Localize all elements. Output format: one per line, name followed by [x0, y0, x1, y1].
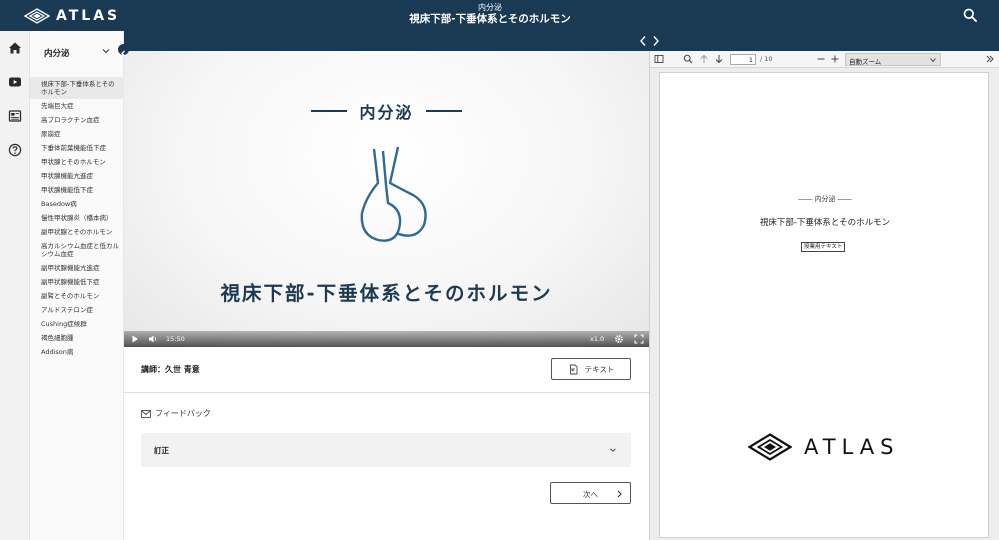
collapse-left-icon[interactable] — [637, 34, 649, 48]
caret-down-icon — [930, 58, 936, 62]
sidebar-item-thyroid-hormones[interactable]: 甲状腺とそのホルモン — [30, 155, 124, 169]
correction-accordion[interactable]: 訂正 — [141, 433, 631, 467]
sidebar-item-acromegaly[interactable]: 先端巨大症 — [30, 99, 124, 113]
atlas-logo[interactable]: ATLAS — [24, 6, 120, 26]
pdf-section-heading: ―― 内分泌 ―― — [798, 195, 852, 203]
pdf-toolbar: / 10 自動ズーム — [650, 51, 999, 68]
slide-section-text: 内分泌 — [359, 103, 414, 122]
section-divider — [124, 392, 649, 393]
document-icon[interactable] — [8, 109, 22, 123]
sidebar-item-adrenal-hormones[interactable]: 副腎とそのホルモン — [30, 289, 124, 303]
sidebar-item-hypoparathyroidism[interactable]: 副甲状腺機能低下症 — [30, 275, 124, 289]
video-controls: 15:50 x1.0 — [124, 331, 649, 347]
double-chevron-right-icon[interactable] — [985, 54, 995, 64]
zoom-out-icon[interactable] — [816, 54, 826, 64]
chevron-down-icon[interactable] — [102, 47, 110, 55]
sidebar-item-hypothyroidism[interactable]: 甲状腺機能低下症 — [30, 183, 124, 197]
page-number-input[interactable] — [730, 54, 756, 65]
fullscreen-icon[interactable] — [634, 334, 644, 344]
next-button[interactable]: 次へ — [550, 482, 631, 504]
text-document-icon — [569, 364, 578, 374]
text-button-label: テキスト — [584, 364, 615, 374]
top-bar: ATLAS 内分泌 視床下部-下垂体系とそのホルモン — [0, 0, 999, 31]
search-icon[interactable] — [683, 54, 693, 64]
pdf-atlas-logo: ATLAS — [748, 433, 899, 461]
sidebar-item-parathyroid-hormones[interactable]: 副甲状腺とそのホルモン — [30, 225, 124, 239]
sidebar-heading: 内分泌 — [44, 49, 70, 59]
search-icon[interactable] — [963, 8, 977, 22]
sidebar-item-diabetes-insipidus[interactable]: 尿崩症 — [30, 127, 124, 141]
arrow-up-icon[interactable] — [699, 54, 709, 64]
sidebar-item-calcemia[interactable]: 高カルシウム血症と低カルシウム血症 — [30, 239, 124, 261]
sidebar-item-hyperthyroidism[interactable]: 甲状腺機能亢進症 — [30, 169, 124, 183]
slide-title: 視床下部-下垂体系とそのホルモン — [220, 282, 553, 305]
sidebar-item-pheochromocytoma[interactable]: 褐色細胞腫 — [30, 331, 124, 345]
sidebar-item-hashimoto[interactable]: 慢性甲状腺炎（橋本病） — [30, 211, 124, 225]
slide-rule-right — [425, 110, 462, 112]
atlas-logo-icon — [24, 8, 50, 24]
zoom-in-icon[interactable] — [830, 54, 840, 64]
atlas-logo-icon — [748, 433, 792, 461]
sidebar-item-addison[interactable]: Addison病 — [30, 345, 124, 359]
pituitary-illustration — [360, 146, 427, 242]
sidebar: 内分泌 視床下部-下垂体系とそのホルモン 先端巨大症 高プロラクチン血症 尿崩症… — [30, 31, 129, 540]
sidebar-item-hypopituitarism[interactable]: 下垂体前葉機能低下症 — [30, 141, 124, 155]
chevron-left-icon — [121, 50, 125, 57]
page-title: 視床下部-下垂体系とそのホルモン — [409, 13, 571, 25]
mail-icon — [141, 409, 151, 418]
page-total: / 10 — [760, 55, 773, 63]
feedback-link[interactable]: フィードバック — [141, 408, 211, 419]
text-button[interactable]: テキスト — [551, 358, 631, 380]
pdf-page-title: 視床下部-下垂体系とそのホルモン — [759, 218, 891, 228]
sidebar-item-basedow[interactable]: Basedow病 — [30, 197, 124, 211]
pdf-viewer: / 10 自動ズーム ―― 内分泌 ―― 視床下部-下垂体系とそのホルモン 授業… — [650, 51, 999, 540]
slide-section-heading: 内分泌 — [124, 99, 649, 123]
logo-text: ATLAS — [56, 8, 121, 24]
pdf-logo-text: ATLAS — [804, 435, 900, 459]
home-icon[interactable] — [8, 41, 22, 55]
video-player[interactable]: 内分泌 視床下部-下垂体系とそのホルモン 15:50 x1.0 — [124, 51, 649, 347]
chevron-right-icon — [617, 490, 622, 498]
next-button-label: 次へ — [583, 490, 598, 499]
sidebar-item-hyperprolactinemia[interactable]: 高プロラクチン血症 — [30, 113, 124, 127]
sidebar-collapse-button[interactable] — [118, 44, 129, 57]
correction-label: 訂正 — [154, 446, 169, 455]
video-time: 15:50 — [166, 335, 185, 343]
slide-rule-left — [311, 110, 348, 112]
volume-icon[interactable] — [148, 334, 158, 344]
course-subtitle: 内分泌 — [478, 3, 502, 12]
zoom-value: 自動ズーム — [849, 58, 882, 66]
sidebar-item-hypothalamus-pituitary[interactable]: 視床下部-下垂体系とそのホルモン — [30, 77, 124, 99]
content-header-strip — [124, 31, 999, 51]
sidebar-toggle-icon[interactable] — [654, 54, 664, 64]
pdf-badge: 授業用テキスト — [801, 242, 846, 252]
gear-icon[interactable] — [614, 334, 624, 344]
playback-speed[interactable]: x1.0 — [590, 334, 604, 344]
lecturer-name: 講師：久世 青意 — [141, 365, 200, 374]
collapse-right-icon[interactable] — [650, 34, 662, 48]
icon-rail — [0, 31, 30, 540]
sidebar-list: 視床下部-下垂体系とそのホルモン 先端巨大症 高プロラクチン血症 尿崩症 下垂体… — [30, 77, 124, 359]
play-icon[interactable] — [131, 334, 139, 344]
arrow-down-icon[interactable] — [714, 54, 724, 64]
page-title-block: 内分泌 視床下部-下垂体系とそのホルモン — [300, 3, 680, 26]
sidebar-item-aldosteronism[interactable]: アルドステロン症 — [30, 303, 124, 317]
help-icon[interactable] — [8, 143, 22, 157]
pdf-page: ―― 内分泌 ―― 視床下部-下垂体系とそのホルモン 授業用テキスト ATLAS — [659, 72, 989, 538]
sidebar-item-hyperparathyroidism[interactable]: 副甲状腺機能亢進症 — [30, 261, 124, 275]
feedback-label: フィードバック — [155, 409, 211, 418]
zoom-select[interactable]: 自動ズーム — [845, 53, 941, 66]
video-icon[interactable] — [8, 75, 22, 89]
chevron-down-icon — [610, 448, 616, 452]
sidebar-item-cushing[interactable]: Cushing症候群 — [30, 317, 124, 331]
